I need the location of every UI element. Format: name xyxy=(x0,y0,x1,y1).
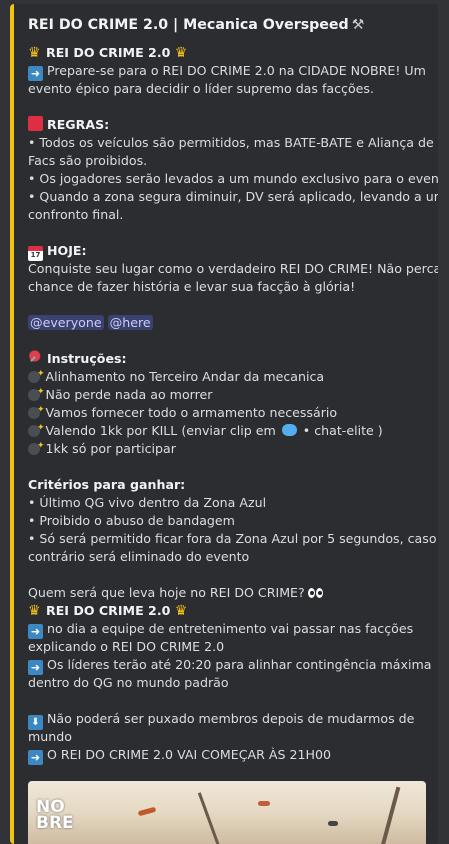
embed-title-text: REI DO CRIME 2.0 | Mecanica Overspeed xyxy=(28,17,349,33)
today-line: chance de fazer história e levar sua fac… xyxy=(28,279,356,294)
instruction-item: ✦Alinhamento no Terceiro Andar da mecani… xyxy=(28,368,428,386)
plane-shape xyxy=(258,801,270,806)
rule-line: • Quando a zona segura diminuir, DV será… xyxy=(28,189,438,204)
instruction-item: ✦Vamos fornecer todo o armamento necessá… xyxy=(28,404,428,422)
instruction-text: Vamos fornecer todo o armamento necessár… xyxy=(45,405,338,420)
rules-heading: REGRAS: xyxy=(28,116,428,134)
criteria-line: • Só será permitido ficar fora da Zona A… xyxy=(28,531,437,546)
tree-branch xyxy=(197,792,222,844)
today-line: Conquiste seu lugar como o verdadeiro RE… xyxy=(28,261,438,276)
instructions-heading-text: Instruções: xyxy=(47,351,127,366)
rule-line: • Os jogadores serão levados a um mundo … xyxy=(28,171,438,186)
crown-icon: ♛ xyxy=(28,603,41,619)
embed-description: ♛ REI DO CRIME 2.0 ♛ ➜ Prepare-se para o R… xyxy=(28,44,438,765)
plane-shape xyxy=(137,806,157,817)
calendar-icon: 17 xyxy=(28,246,43,261)
final-text: O REI DO CRIME 2.0 VAI COMEÇAR ÀS 21H00 xyxy=(47,747,332,762)
announce-line: ➜ no dia a equipe de entretenimento vai p… xyxy=(28,620,428,639)
header-text: REI DO CRIME 2.0 xyxy=(46,45,171,60)
down-text: Não poderá ser puxado membros depois de … xyxy=(47,711,415,726)
mention-here[interactable]: @here xyxy=(107,315,153,330)
eyes-icon xyxy=(307,584,324,602)
instruction-item: ✦1kk só por participar xyxy=(28,440,428,458)
speech-bubble-icon xyxy=(281,424,297,436)
criteria-heading: Critérios para ganhar: xyxy=(28,477,186,492)
header-line-2: ♛ REI DO CRIME 2.0 ♛ xyxy=(28,602,428,620)
intro-text-1: Prepare-se para o REI DO CRIME 2.0 na CI… xyxy=(47,63,426,78)
crown-icon: ♛ xyxy=(174,603,188,619)
down-line: ⬇ Não poderá ser puxado membros depois de… xyxy=(28,710,428,730)
embed-image[interactable]: NO BRE xyxy=(28,781,426,844)
rule-line: confronto final. xyxy=(28,207,124,222)
criteria-line: • Proibido o abuso de bandagem xyxy=(28,513,235,528)
instruction-text: Valendo 1kk por KILL (enviar clip em xyxy=(45,423,276,438)
tree-branch xyxy=(379,786,401,844)
announce-text: Os líderes terão até 20:20 para alinhar … xyxy=(47,657,432,672)
plane-shape xyxy=(328,821,338,826)
instruction-text: Alinhamento no Terceiro Andar da mecanic… xyxy=(45,369,325,384)
final-line: ➜ O REI DO CRIME 2.0 VAI COMEÇAR ÀS 21H00 xyxy=(28,746,428,765)
criteria-line: contrário será eliminado do evento xyxy=(28,549,250,564)
mention-everyone[interactable]: @everyone xyxy=(28,315,104,330)
megaphone-icon xyxy=(28,116,43,131)
crown-icon: ♛ xyxy=(28,45,41,61)
instructions-heading: Instruções: xyxy=(28,350,428,368)
question-text: Quem será que leva hoje no REI DO CRIME? xyxy=(28,585,305,600)
arrow-right-icon: ➜ xyxy=(28,750,43,765)
intro-line: evento épico para decidir o líder suprem… xyxy=(28,81,374,96)
header-text-2: REI DO CRIME 2.0 xyxy=(46,603,171,618)
channel-mention[interactable]: • chat-elite ) xyxy=(303,423,383,438)
instruction-item: ✦Valendo 1kk por KILL (enviar clip em • … xyxy=(28,422,428,440)
crown-icon: ♛ xyxy=(174,45,188,61)
announce-text: no dia a equipe de entretenimento vai pa… xyxy=(47,621,414,636)
question-line: Quem será que leva hoje no REI DO CRIME? xyxy=(28,584,428,602)
instruction-item: ✦Não perde nada ao morrer xyxy=(28,386,428,404)
instruction-text: Não perde nada ao morrer xyxy=(45,387,213,402)
down-line: mundo xyxy=(28,729,72,744)
logo-line-2: BRE xyxy=(36,813,74,833)
criteria-line: • Último QG vivo dentro da Zona Azul xyxy=(28,495,267,510)
announce-line: ➜ Os líderes terão até 20:20 para alinhar… xyxy=(28,656,432,675)
hammer-wrench-icon: ⚒ xyxy=(351,17,365,33)
intro-line: ➜ Prepare-se para o REI DO CRIME 2.0 na C… xyxy=(28,62,428,81)
today-heading-text: HOJE: xyxy=(47,243,87,258)
announce-line: dentro do QG no mundo padrão xyxy=(28,675,229,690)
mentions-line: @everyone @here xyxy=(28,314,428,332)
announce-line: explicando o REI DO CRIME 2.0 xyxy=(28,639,225,654)
rules-heading-text: REGRAS: xyxy=(47,117,110,132)
rule-line: Facs são proibidos. xyxy=(28,153,148,168)
arrow-right-icon: ➜ xyxy=(28,660,43,675)
today-heading: 17 HOJE: xyxy=(28,242,428,261)
header-line: ♛ REI DO CRIME 2.0 ♛ xyxy=(28,44,428,62)
pushpin-icon xyxy=(28,350,43,365)
nobre-logo: NO BRE xyxy=(36,799,74,833)
arrow-right-icon: ➜ xyxy=(28,66,43,81)
embed-title[interactable]: REI DO CRIME 2.0 | Mecanica Overspeed ⚒ xyxy=(28,16,428,34)
arrow-right-icon: ➜ xyxy=(28,624,43,639)
instruction-text: 1kk só por participar xyxy=(45,441,176,456)
rule-line: • Todos os veículos são permitidos, mas … xyxy=(28,135,434,150)
embed-card: REI DO CRIME 2.0 | Mecanica Overspeed ⚒ ♛… xyxy=(10,4,438,844)
